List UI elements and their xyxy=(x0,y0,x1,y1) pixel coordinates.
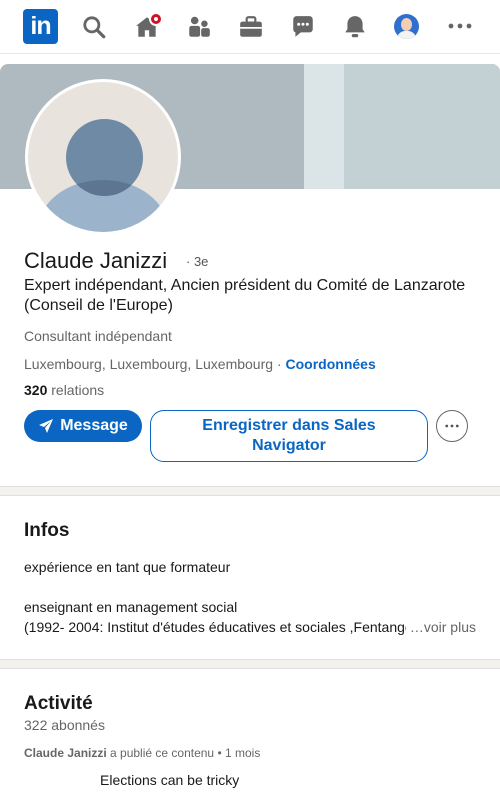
save-to-sales-navigator-button[interactable]: Enregistrer dans Sales Navigator xyxy=(150,410,428,462)
search-icon[interactable] xyxy=(81,14,107,40)
about-line: (1992- 2004: Institut d'études éducative… xyxy=(24,619,409,635)
message-button-label: Message xyxy=(60,417,128,434)
top-nav: in xyxy=(0,0,500,54)
profile-headline: Expert indépendant, Ancien président du … xyxy=(24,277,466,314)
post-author[interactable]: Claude Janizzi xyxy=(24,746,107,760)
about-text: expérience en tant que formateur enseign… xyxy=(24,557,476,637)
connections-count: 320 xyxy=(24,382,48,398)
message-button[interactable]: Message xyxy=(24,410,142,442)
activity-title: Activité xyxy=(24,693,93,714)
profile-photo[interactable] xyxy=(25,79,181,235)
post-time: • 1 mois xyxy=(214,746,261,760)
contact-info-link[interactable]: Coordonnées xyxy=(286,356,376,372)
more-actions-button[interactable] xyxy=(436,410,468,442)
see-more-link[interactable]: …voir plus xyxy=(405,617,476,637)
about-line: enseignant en management social xyxy=(24,599,238,615)
messaging-icon[interactable] xyxy=(290,14,316,40)
location-separator: · xyxy=(273,356,286,372)
jobs-icon[interactable] xyxy=(238,14,264,40)
profile-name: Claude Janizzi xyxy=(24,248,168,273)
connections-label: relations xyxy=(47,382,105,398)
more-icon xyxy=(445,424,459,428)
section-divider xyxy=(0,486,500,496)
profile-location: Luxembourg, Luxembourg, Luxembourg · Coo… xyxy=(24,356,376,372)
linkedin-logo[interactable]: in xyxy=(23,9,58,44)
notification-badge xyxy=(149,12,163,26)
more-icon[interactable] xyxy=(448,18,472,34)
connections[interactable]: 320 relations xyxy=(24,382,104,398)
post-text[interactable]: Elections can be tricky xyxy=(100,772,239,788)
connection-degree: · 3e xyxy=(186,254,209,269)
post-meta: Claude Janizzi a publié ce contenu • 1 m… xyxy=(24,746,260,760)
send-icon xyxy=(39,419,54,433)
my-network-icon[interactable] xyxy=(186,14,212,40)
about-title: Infos xyxy=(24,520,70,541)
followers-count[interactable]: 322 abonnés xyxy=(24,717,105,733)
profile-job: Consultant indépendant xyxy=(24,328,172,344)
section-divider xyxy=(0,659,500,669)
location-text: Luxembourg, Luxembourg, Luxembourg xyxy=(24,356,274,372)
about-line: expérience en tant que formateur xyxy=(24,559,231,575)
post-action: a publié ce contenu xyxy=(106,746,215,760)
me-avatar[interactable] xyxy=(394,14,419,39)
notifications-icon[interactable] xyxy=(342,14,368,40)
